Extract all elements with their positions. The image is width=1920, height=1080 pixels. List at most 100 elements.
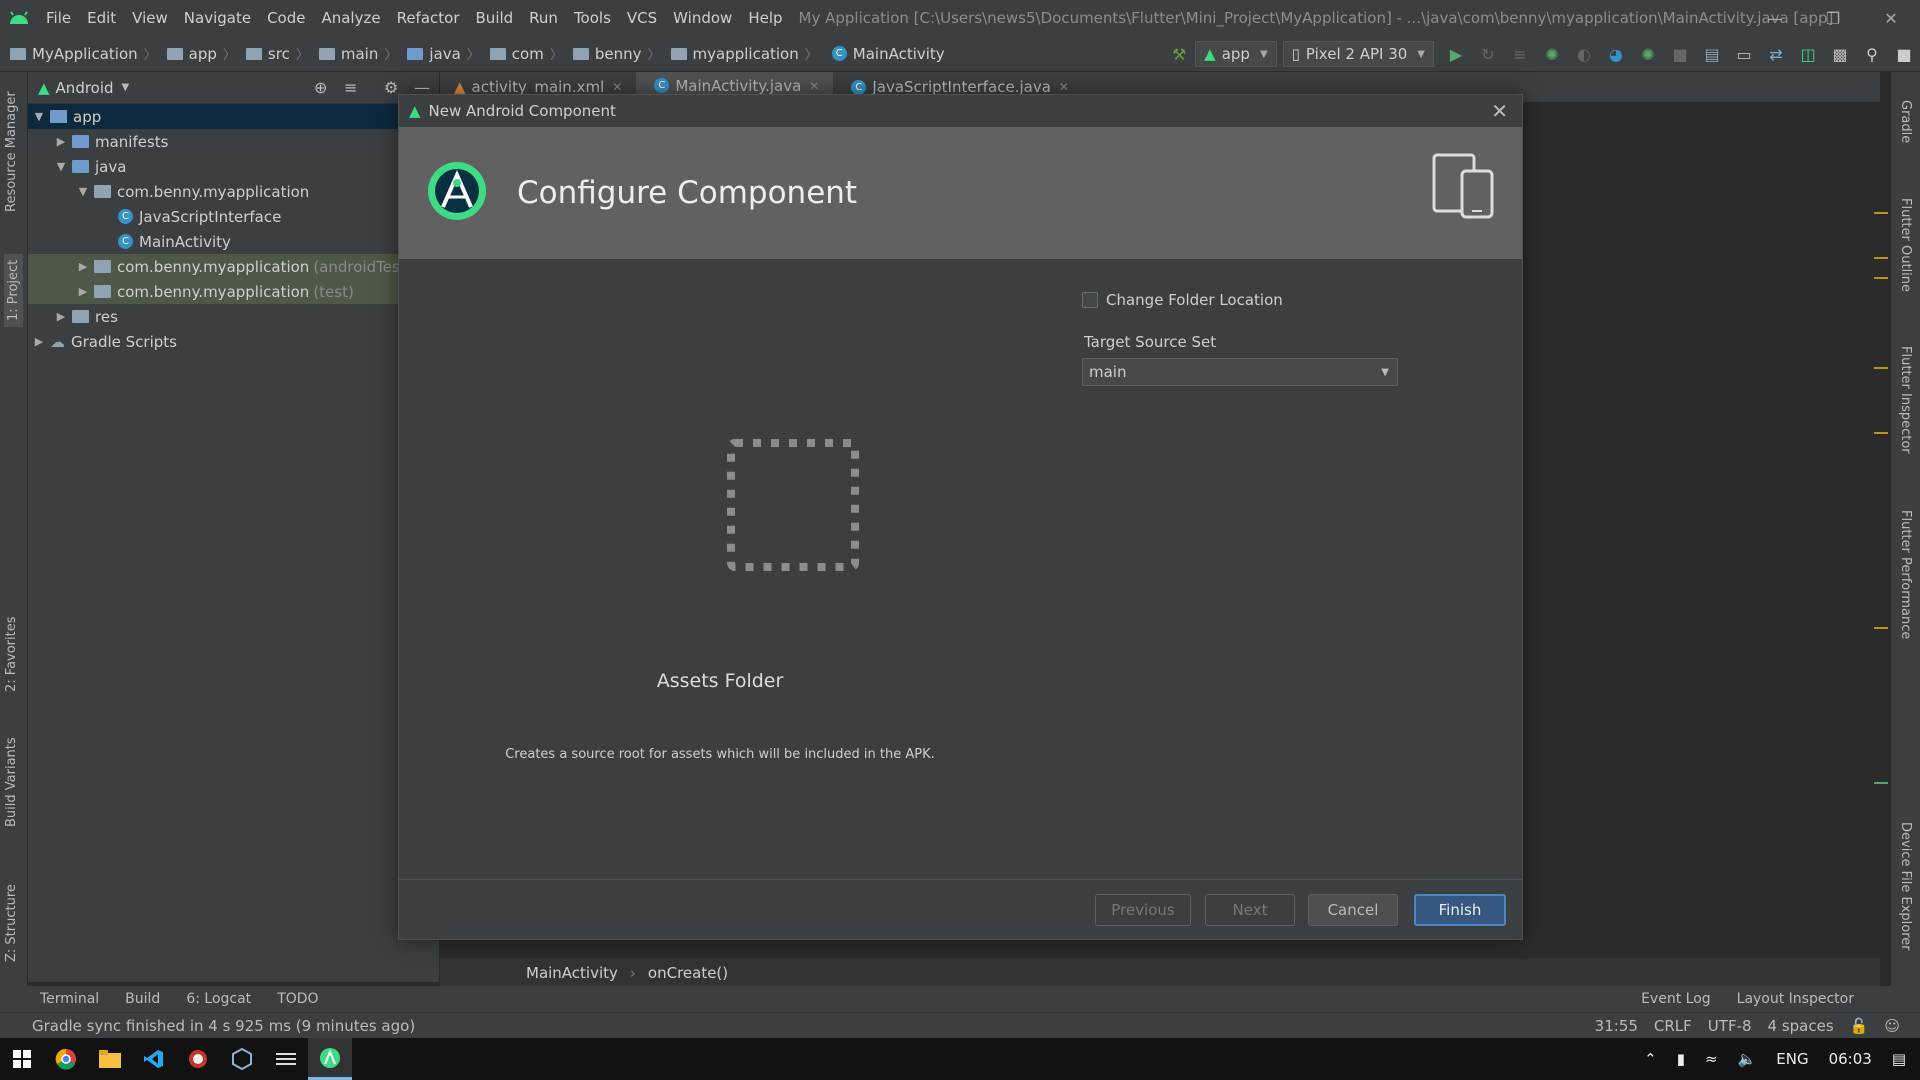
lock-icon[interactable]: 🔓 [1850, 1017, 1869, 1035]
breadcrumb-app[interactable]: app 〉 [157, 44, 236, 63]
flutter-inspector-tab[interactable]: Flutter Inspector [1898, 346, 1913, 454]
project-view-select[interactable]: Android [56, 79, 114, 97]
editor-scrollbar-marks[interactable] [1874, 102, 1888, 862]
tree-item-package-test[interactable]: ▶ com.benny.myapplication (test) [28, 279, 439, 304]
dropdown-arrow-icon[interactable]: ▼ [122, 82, 130, 93]
breadcrumb-com[interactable]: com 〉 [480, 44, 563, 63]
make-project-icon[interactable]: ⚒ [1163, 36, 1195, 72]
terminal-tab[interactable]: Terminal [40, 991, 99, 1007]
project-structure-icon[interactable]: ▤ [1696, 36, 1728, 72]
expand-arrow-icon[interactable]: ▶ [54, 135, 68, 148]
restore-icon[interactable]: ❐ [1804, 0, 1862, 36]
notification-icon[interactable]: ▤ [1892, 1050, 1906, 1068]
line-separator[interactable]: CRLF [1654, 1017, 1692, 1035]
minimize-icon[interactable]: — [1746, 0, 1804, 36]
attach-debugger-icon[interactable]: ✺ [1632, 36, 1664, 72]
coverage-icon[interactable]: ◐ [1568, 36, 1600, 72]
wifi-icon[interactable]: ≈ [1705, 1050, 1718, 1068]
status-message[interactable]: Gradle sync finished in 4 s 925 ms (9 mi… [32, 1017, 415, 1035]
sync-gradle-icon[interactable]: ⇄ [1760, 36, 1792, 72]
layout-inspector-tab[interactable]: Layout Inspector [1737, 991, 1854, 1007]
tree-item-package-androidtest[interactable]: ▶ com.benny.myapplication (androidTest) [28, 254, 439, 279]
previous-button[interactable]: Previous [1095, 894, 1191, 926]
indent-setting[interactable]: 4 spaces [1768, 1017, 1834, 1035]
expand-arrow-icon[interactable]: ▶ [76, 285, 90, 298]
app-icon[interactable] [176, 1038, 220, 1080]
start-icon[interactable] [0, 1038, 44, 1080]
expand-arrow-icon[interactable]: ▶ [32, 335, 46, 348]
logcat-tab[interactable]: 6: Logcat [186, 991, 251, 1007]
breadcrumb-mainactivity[interactable]: C MainActivity [818, 45, 945, 63]
menu-help[interactable]: Help [740, 0, 790, 36]
build-tab[interactable]: Build [125, 991, 160, 1007]
flutter-outline-tab[interactable]: Flutter Outline [1898, 198, 1913, 292]
todo-tab[interactable]: TODO [277, 991, 318, 1007]
breadcrumb-class[interactable]: MainActivity [526, 964, 618, 982]
menu-vcs[interactable]: VCS [619, 0, 665, 36]
inspector-icon[interactable]: ☺ [1884, 1017, 1900, 1035]
menu-navigate[interactable]: Navigate [176, 0, 259, 36]
build-variants-tab[interactable]: Build Variants [4, 737, 19, 827]
menu-analyze[interactable]: Analyze [313, 0, 388, 36]
battery-icon[interactable]: ▮ [1677, 1050, 1685, 1068]
menu-file[interactable]: File [38, 0, 79, 36]
apply-code-changes-icon[interactable]: ≡ [1504, 36, 1536, 72]
menu-window[interactable]: Window [665, 0, 740, 36]
structure-tab[interactable]: Z: Structure [4, 884, 19, 962]
chevron-up-icon[interactable]: ⌃ [1644, 1050, 1657, 1068]
breadcrumb-java[interactable]: java 〉 [397, 44, 480, 63]
clock[interactable]: 06:03 [1829, 1050, 1872, 1068]
tree-item-java[interactable]: ▼ java [28, 154, 439, 179]
sdk-manager-icon[interactable]: ◫ [1792, 36, 1824, 72]
tree-item-mainactivity[interactable]: C MainActivity [28, 229, 439, 254]
change-folder-label[interactable]: Change Folder Location [1106, 291, 1283, 309]
breadcrumb-benny[interactable]: benny 〉 [563, 44, 661, 63]
vscode-icon[interactable] [132, 1038, 176, 1080]
stop-icon[interactable]: ■ [1664, 36, 1696, 72]
caret-position[interactable]: 31:55 [1595, 1017, 1638, 1035]
breadcrumb-myapplication[interactable]: myapplication 〉 [661, 44, 818, 63]
project-tab[interactable]: 1: Project [4, 253, 23, 327]
close-tab-icon[interactable]: ✕ [612, 80, 622, 94]
expand-arrow-icon[interactable]: ▼ [32, 110, 46, 123]
resource-manager-tab[interactable]: Resource Manager [4, 91, 19, 212]
menu-run[interactable]: Run [521, 0, 566, 36]
volume-icon[interactable]: 🔈 [1738, 1050, 1757, 1068]
expand-arrow-icon[interactable]: ▼ [76, 185, 90, 198]
expand-arrow-icon[interactable]: ▶ [54, 310, 68, 323]
search-icon[interactable]: ⚲ [1856, 36, 1888, 72]
gradle-tab[interactable]: Gradle [1898, 100, 1913, 143]
menu-build[interactable]: Build [468, 0, 522, 36]
flutter-performance-tab[interactable]: Flutter Performance [1898, 510, 1913, 639]
avd-manager-icon[interactable]: ▭ [1728, 36, 1760, 72]
breadcrumb-src[interactable]: src 〉 [236, 44, 309, 63]
chrome-icon[interactable] [44, 1038, 88, 1080]
debug-icon[interactable]: ✺ [1536, 36, 1568, 72]
input-language[interactable]: ENG [1776, 1050, 1808, 1068]
menu-tools[interactable]: Tools [566, 0, 619, 36]
tree-item-res[interactable]: ▶ res [28, 304, 439, 329]
gear-icon[interactable]: ⚙ [384, 78, 398, 97]
file-explorer-icon[interactable] [88, 1038, 132, 1080]
expand-arrow-icon[interactable]: ▼ [54, 160, 68, 173]
menu-edit[interactable]: Edit [79, 0, 124, 36]
change-folder-checkbox[interactable] [1082, 292, 1098, 308]
close-window-icon[interactable]: ✕ [1862, 0, 1920, 36]
settings-mixer-icon[interactable] [264, 1038, 308, 1080]
android-studio-taskbar-icon[interactable] [308, 1038, 352, 1080]
run-config-select[interactable]: ▲ app ▼ [1195, 41, 1277, 67]
cancel-button[interactable]: Cancel [1308, 894, 1398, 926]
locate-icon[interactable]: ⊕ [314, 78, 327, 97]
favorites-tab[interactable]: 2: Favorites [4, 616, 19, 692]
breadcrumb-method[interactable]: onCreate() [648, 964, 728, 982]
close-icon[interactable]: ✕ [1491, 99, 1508, 123]
target-source-set-select[interactable]: main ▼ [1082, 358, 1398, 386]
collapse-all-icon[interactable]: ≡ [344, 78, 357, 97]
tree-item-app[interactable]: ▼ app [28, 104, 439, 129]
device-file-explorer-tab[interactable]: Device File Explorer [1898, 822, 1913, 951]
device-manager-icon[interactable]: ▩ [1824, 36, 1856, 72]
close-tab-icon[interactable]: ✕ [809, 79, 819, 93]
menu-view[interactable]: View [124, 0, 176, 36]
event-log-tab[interactable]: Event Log [1641, 991, 1711, 1007]
tree-item-manifests[interactable]: ▶ manifests [28, 129, 439, 154]
